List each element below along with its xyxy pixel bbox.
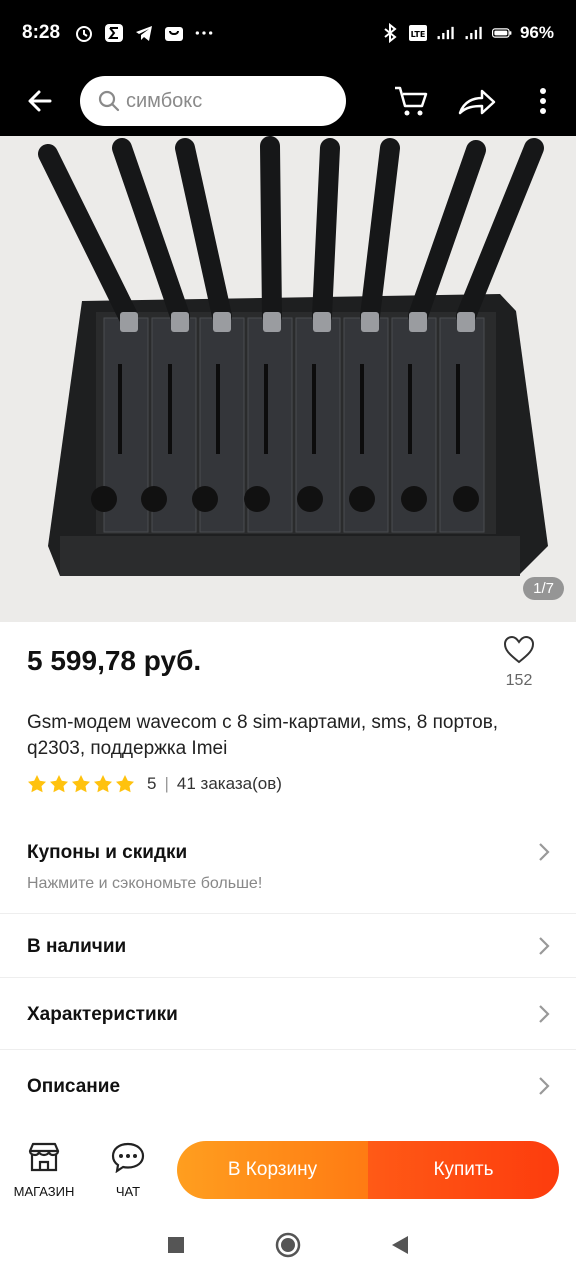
store-label: МАГАЗИН bbox=[13, 1184, 75, 1199]
sigma-app-icon bbox=[104, 23, 124, 43]
system-navigation-bar bbox=[0, 1210, 576, 1280]
coupons-row[interactable]: Купоны и скидки Нажмите и сэкономьте бол… bbox=[0, 820, 576, 914]
specifications-title: Характеристики bbox=[27, 1004, 178, 1025]
store-icon bbox=[28, 1142, 60, 1172]
chevron-right-icon bbox=[539, 843, 550, 861]
stock-row[interactable]: В наличии bbox=[0, 914, 576, 978]
system-icons: LTE 96% bbox=[380, 23, 554, 43]
heart-icon bbox=[503, 635, 535, 664]
cart-button[interactable] bbox=[378, 66, 444, 136]
signal-icon bbox=[436, 23, 456, 43]
search-input[interactable]: симбокс bbox=[80, 76, 346, 126]
chevron-right-icon bbox=[539, 1005, 550, 1023]
chat-label: ЧАТ bbox=[115, 1184, 141, 1199]
volte-icon: LTE bbox=[408, 23, 428, 43]
star-icon bbox=[50, 775, 68, 793]
product-photo-gsm-modem bbox=[0, 136, 576, 622]
favorite-button[interactable]: 152 bbox=[499, 635, 539, 690]
search-placeholder: симбокс bbox=[126, 89, 203, 112]
bottom-action-bar: МАГАЗИН ЧАТ В Корзину Купить bbox=[0, 1130, 576, 1210]
star-icon bbox=[72, 775, 90, 793]
chat-button[interactable]: ЧАТ bbox=[88, 1141, 168, 1199]
share-icon bbox=[458, 89, 496, 115]
image-counter: 1/7 bbox=[523, 577, 564, 600]
top-bar: симбокс bbox=[0, 66, 576, 136]
svg-text:LTE: LTE bbox=[411, 30, 426, 39]
status-time: 8:28 bbox=[22, 22, 61, 43]
store-button[interactable]: МАГАЗИН bbox=[0, 1141, 88, 1199]
rating-separator: | bbox=[164, 774, 169, 793]
add-to-cart-button[interactable]: В Корзину bbox=[177, 1141, 368, 1199]
share-button[interactable] bbox=[444, 66, 510, 136]
home-icon[interactable] bbox=[275, 1232, 301, 1258]
product-price: 5 599,78 руб. bbox=[27, 645, 202, 676]
battery-icon bbox=[491, 23, 512, 43]
buy-now-button[interactable]: Купить bbox=[368, 1141, 559, 1199]
chat-icon bbox=[111, 1142, 145, 1174]
price-row: 5 599,78 руб. 152 bbox=[27, 635, 557, 705]
rating-row[interactable]: 5 | 41 заказа(ов) bbox=[27, 774, 282, 794]
description-title: Описание bbox=[27, 1076, 121, 1097]
more-notifications-icon bbox=[194, 23, 214, 43]
signal-2-icon bbox=[464, 23, 484, 43]
battery-percent: 96% bbox=[519, 23, 554, 42]
coupons-subtitle: Нажмите и сэкономьте больше! bbox=[27, 875, 263, 892]
back-button[interactable] bbox=[0, 66, 80, 136]
more-options-button[interactable] bbox=[510, 66, 576, 136]
product-image-gallery[interactable]: 1/7 bbox=[0, 136, 576, 622]
description-row[interactable]: Описание bbox=[0, 1050, 576, 1124]
specifications-row[interactable]: Характеристики bbox=[0, 978, 576, 1050]
rating-stars bbox=[27, 774, 135, 794]
recents-icon[interactable] bbox=[167, 1236, 185, 1254]
cart-icon bbox=[395, 86, 428, 116]
product-title: Gsm-модем wavecom с 8 sim-картами, sms, … bbox=[27, 712, 499, 759]
bluetooth-icon bbox=[380, 23, 400, 43]
chevron-right-icon bbox=[539, 937, 550, 955]
status-bar: 8:28 LTE 96% bbox=[0, 0, 576, 66]
stock-title: В наличии bbox=[27, 936, 127, 957]
coupons-title: Купоны и скидки bbox=[27, 842, 188, 863]
star-icon bbox=[94, 775, 112, 793]
aliexpress-icon bbox=[164, 23, 184, 43]
favorites-count: 152 bbox=[505, 672, 533, 689]
chevron-right-icon bbox=[539, 1077, 550, 1095]
arrow-left-icon bbox=[28, 90, 52, 112]
rating-value: 5 bbox=[147, 774, 157, 793]
more-vertical-icon bbox=[540, 88, 546, 114]
alarm-icon bbox=[74, 23, 94, 43]
back-nav-icon[interactable] bbox=[391, 1235, 409, 1255]
star-icon bbox=[28, 775, 46, 793]
search-icon bbox=[98, 90, 120, 112]
orders-count: 41 заказа(ов) bbox=[176, 774, 282, 793]
star-icon bbox=[116, 775, 134, 793]
telegram-icon bbox=[134, 23, 154, 43]
notification-icons bbox=[74, 23, 214, 43]
